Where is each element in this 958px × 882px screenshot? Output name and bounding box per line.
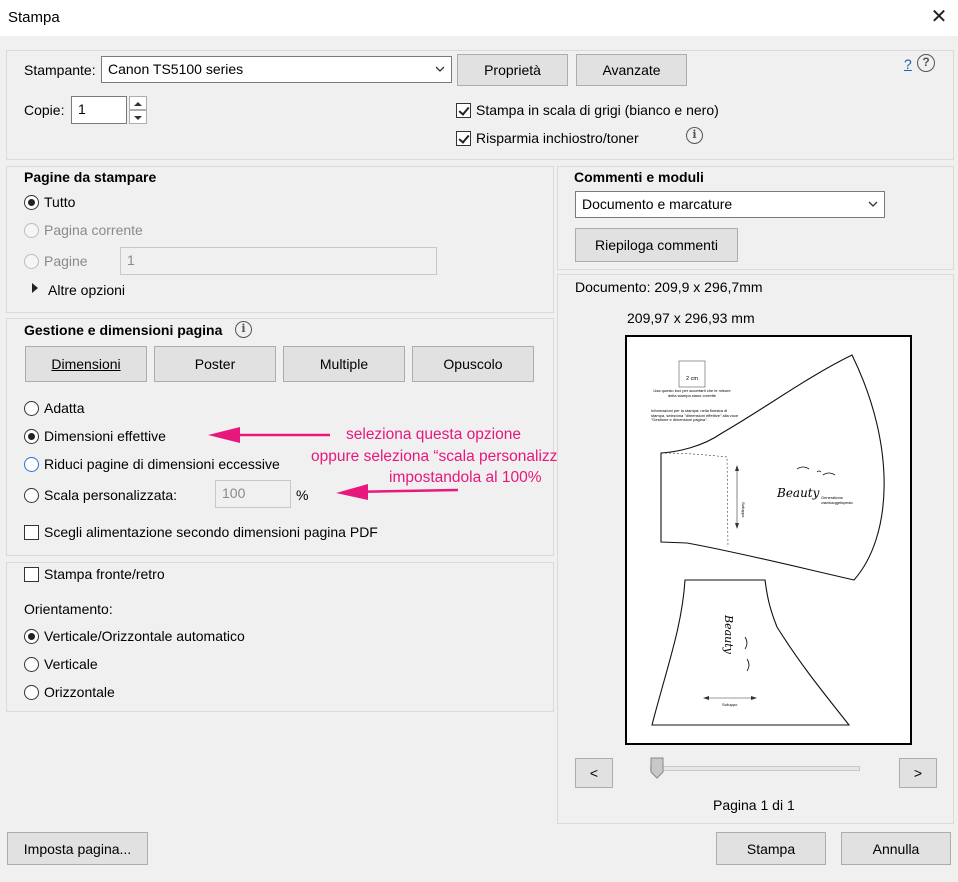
duplex-label: Stampa fronte/retro (44, 566, 165, 582)
radio-custom-scale-label: Scala personalizzata: (44, 487, 178, 503)
summarize-comments-button[interactable]: Riepiloga commenti (575, 228, 738, 262)
radio-portrait-label: Verticale (44, 656, 98, 672)
radio-orientation-auto-label: Verticale/Orizzontale automatico (44, 628, 245, 644)
chevron-down-icon (435, 66, 445, 72)
comments-heading: Commenti e moduli (574, 169, 704, 185)
tab-booklet[interactable]: Opuscolo (412, 346, 534, 382)
window-title: Stampa (8, 9, 60, 26)
chevron-down-icon (868, 201, 878, 207)
doc-note2: Informazioni per la stampa: nella finest… (651, 409, 739, 423)
radio-shrink[interactable] (24, 457, 39, 472)
tab-dimensions[interactable]: Dimensioni (25, 346, 147, 382)
arrow-left-icon (208, 427, 240, 443)
paper-source-label: Scegli alimentazione secondo dimensioni … (44, 524, 378, 540)
annotation-line2: oppure seleziona “scala personalizzata” (311, 448, 585, 465)
document-size: Documento: 209,9 x 296,7mm (575, 279, 763, 295)
doc-horizontal-label: Sviluppo (722, 702, 738, 707)
radio-landscape[interactable] (24, 685, 39, 700)
radio-landscape-label: Orizzontale (44, 684, 115, 700)
radio-actual-size[interactable] (24, 429, 39, 444)
comments-selected-value: Documento e marcature (582, 196, 733, 212)
page-slider-thumb[interactable] (650, 757, 664, 779)
doc-vertical-label: Sviluppo (741, 502, 746, 518)
save-ink-checkbox[interactable] (456, 131, 471, 146)
page-slider-track[interactable] (650, 766, 860, 771)
copies-stepper[interactable] (129, 96, 147, 124)
comments-select[interactable]: Documento e marcature (575, 191, 885, 218)
grayscale-checkbox[interactable] (456, 103, 471, 118)
arrow-left-icon (336, 484, 368, 500)
stepper-down-icon[interactable] (129, 110, 147, 124)
paper-source-checkbox[interactable] (24, 525, 39, 540)
properties-button[interactable]: Proprietà (457, 54, 568, 86)
radio-current-label: Pagina corrente (44, 222, 143, 238)
next-page-button[interactable]: > (899, 758, 937, 788)
annotation-line1: seleziona questa opzione (346, 426, 521, 443)
doc-brand-sub: Generations (821, 495, 843, 500)
radio-orientation-auto[interactable] (24, 629, 39, 644)
tab-poster[interactable]: Poster (154, 346, 276, 382)
page-preview: 2 cm Usa questo box per accertarti che l… (625, 335, 912, 745)
radio-fit[interactable] (24, 401, 39, 416)
sizing-heading: Gestione e dimensioni pagina (24, 322, 223, 338)
copies-label: Copie: (24, 102, 65, 118)
radio-fit-label: Adatta (44, 400, 85, 416)
copies-input[interactable]: 1 (71, 96, 127, 124)
more-options-link[interactable]: Altre opzioni (48, 282, 125, 298)
radio-current-page[interactable] (24, 223, 39, 238)
radio-actual-size-label: Dimensioni effettive (44, 428, 166, 444)
radio-all-label: Tutto (44, 194, 76, 210)
title-bar (0, 0, 958, 36)
page-size: 209,97 x 296,93 mm (627, 310, 755, 326)
pages-range-input[interactable]: 1 (120, 247, 437, 275)
doc-brand-rotated: Beauty (722, 614, 735, 655)
advanced-button[interactable]: Avanzate (576, 54, 687, 86)
doc-brand-sub2: unamicaoggettoperato (821, 501, 853, 505)
prev-page-button[interactable]: < (575, 758, 613, 788)
info-icon[interactable]: i (235, 321, 252, 338)
annotation-line3: impostandola al 100% (389, 469, 542, 486)
duplex-checkbox[interactable] (24, 567, 39, 582)
radio-pages[interactable] (24, 254, 39, 269)
expand-triangle-icon[interactable] (32, 283, 38, 293)
doc-brand: Beauty (776, 486, 820, 500)
pages-heading: Pagine da stampare (24, 169, 157, 185)
grayscale-label: Stampa in scala di grigi (bianco e nero) (476, 102, 719, 118)
radio-all-pages[interactable] (24, 195, 39, 210)
radio-pages-label: Pagine (44, 253, 88, 269)
printer-selected-value: Canon TS5100 series (108, 61, 244, 77)
cancel-button[interactable]: Annulla (841, 832, 951, 865)
doc-note1: Usa questo box per accertarti che le mis… (653, 389, 731, 398)
doc-box-text: 2 cm (686, 376, 698, 382)
orientation-label: Orientamento: (24, 601, 113, 617)
help-link[interactable]: ? (904, 56, 912, 72)
stepper-up-icon[interactable] (129, 96, 147, 110)
printer-label: Stampante: (24, 62, 96, 78)
radio-custom-scale[interactable] (24, 488, 39, 503)
radio-portrait[interactable] (24, 657, 39, 672)
document-pattern: 2 cm Usa questo box per accertarti che l… (651, 354, 885, 726)
printer-select[interactable]: Canon TS5100 series (101, 56, 452, 83)
print-button[interactable]: Stampa (716, 832, 826, 865)
save-ink-label: Risparmia inchiostro/toner (476, 130, 639, 146)
close-icon[interactable]: ✕ (926, 4, 952, 30)
page-indicator: Pagina 1 di 1 (713, 797, 795, 813)
help-icon[interactable]: ? (917, 54, 935, 72)
info-icon[interactable]: i (686, 127, 703, 144)
page-setup-button[interactable]: Imposta pagina... (7, 832, 148, 865)
tab-multiple[interactable]: Multiple (283, 346, 405, 382)
